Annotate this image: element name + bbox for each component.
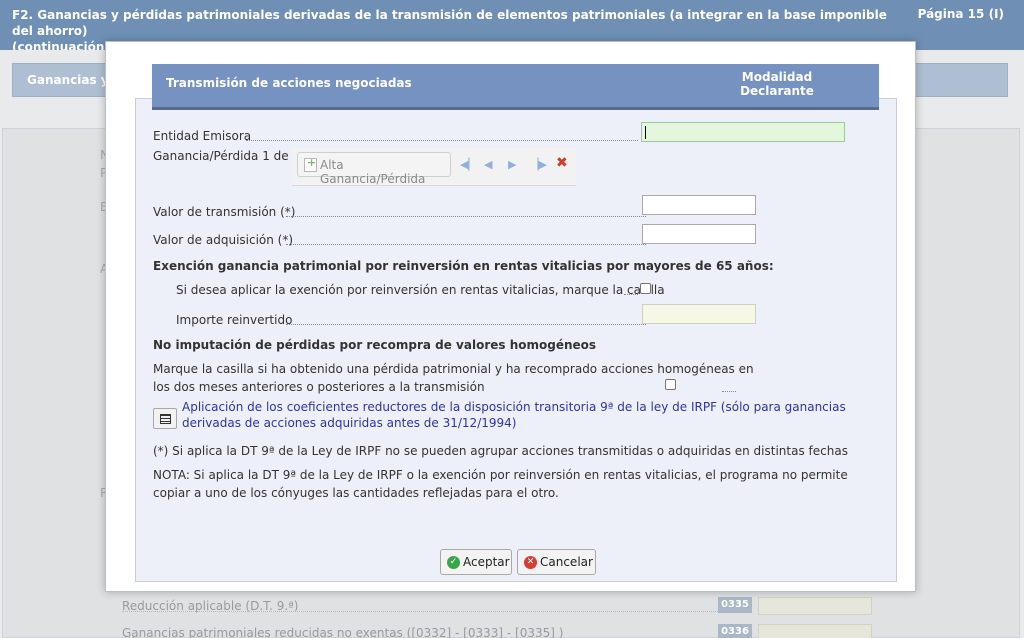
dotted-leader xyxy=(624,294,638,295)
text-cursor xyxy=(645,126,646,139)
check-icon: ✓ xyxy=(447,556,460,569)
table-icon xyxy=(160,414,171,424)
valor-adquisicion-label: Valor de adquisición (*) xyxy=(153,233,294,247)
exencion-checkbox-label: Si desea aplicar la exención por reinver… xyxy=(176,283,665,297)
importe-reinvertido-label: Importe reinvertido xyxy=(176,313,293,327)
dotted-leader xyxy=(722,391,736,392)
box-code: 0335 xyxy=(718,597,752,613)
last-icon[interactable]: ▕▶ xyxy=(530,158,547,171)
coeficientes-link[interactable]: Aplicación de los coeficientes reductore… xyxy=(182,399,872,431)
dotted-leader xyxy=(246,140,638,141)
ganancia-perdida-counter: Ganancia/Pérdida 1 de 1 xyxy=(153,149,301,163)
page-number: Página 15 (I) xyxy=(917,7,1004,21)
recompra-text-line1: Marque la casilla si ha obtenido una pér… xyxy=(153,362,754,376)
delete-icon[interactable]: ✖ xyxy=(556,155,568,171)
dotted-leader xyxy=(286,216,646,217)
recompra-checkbox[interactable] xyxy=(665,379,676,390)
prev-icon[interactable]: ◀ xyxy=(484,158,492,171)
amount-field[interactable] xyxy=(758,624,872,638)
cancel-icon: ✕ xyxy=(524,556,537,569)
modalidad-declarante-label: Modalidad Declarante xyxy=(740,70,814,98)
dt-note: (*) Si aplica la DT 9ª de la Ley de IRPF… xyxy=(153,444,848,458)
accept-label: Aceptar xyxy=(463,555,510,569)
accept-button[interactable]: ✓ Aceptar xyxy=(440,549,512,575)
cancel-label: Cancelar xyxy=(540,555,593,569)
entidad-emisora-label: Entidad Emisora xyxy=(153,129,252,143)
coeficientes-button[interactable] xyxy=(153,408,177,429)
exencion-checkbox[interactable] xyxy=(640,283,651,294)
no-imputacion-heading: No imputación de pérdidas por recompra d… xyxy=(153,338,597,352)
valor-adquisicion-input[interactable] xyxy=(642,224,756,244)
recompra-text-line2: los dos meses anteriores o posteriores a… xyxy=(153,380,485,394)
alta-ganancia-button[interactable]: Alta Ganancia/Pérdida xyxy=(297,152,451,186)
record-toolbar: Alta Ganancia/Pérdida ◀▏ ◀ ▶ ▕▶ ✖ xyxy=(292,148,576,186)
bg-row-label: Ganancias patrimoniales reducidas no exe… xyxy=(122,626,564,638)
bg-row-ganancias: Ganancias patrimoniales reducidas no exe… xyxy=(122,624,1022,638)
importe-reinvertido-input[interactable] xyxy=(642,304,756,324)
next-icon[interactable]: ▶ xyxy=(508,158,516,171)
bg-row-reduccion: Reducción aplicable (D.T. 9.ª) 0335 xyxy=(122,597,1022,617)
dotted-leader xyxy=(286,244,646,245)
cancel-button[interactable]: ✕ Cancelar xyxy=(517,549,596,575)
valor-transmision-label: Valor de transmisión (*) xyxy=(153,205,296,219)
modal-title: Transmisión de acciones negociadas xyxy=(166,76,412,90)
valor-transmision-input[interactable] xyxy=(642,195,756,215)
dotted-leader xyxy=(286,324,646,325)
dotted-leader xyxy=(122,611,722,612)
modal-dialog: Transmisión de acciones negociadas Modal… xyxy=(105,41,916,592)
box-code: 0336 xyxy=(718,624,752,638)
entidad-emisora-input[interactable] xyxy=(641,122,845,142)
nota-text: NOTA: Si aplica la DT 9ª de la Ley de IR… xyxy=(153,468,848,500)
exencion-heading: Exención ganancia patrimonial por reinve… xyxy=(153,259,774,273)
first-icon[interactable]: ◀▏ xyxy=(460,158,477,171)
alta-ganancia-label: Alta Ganancia/Pérdida xyxy=(320,158,426,186)
add-document-icon xyxy=(304,156,317,172)
modal-header: Transmisión de acciones negociadas Modal… xyxy=(152,64,879,110)
amount-field[interactable] xyxy=(758,597,872,615)
